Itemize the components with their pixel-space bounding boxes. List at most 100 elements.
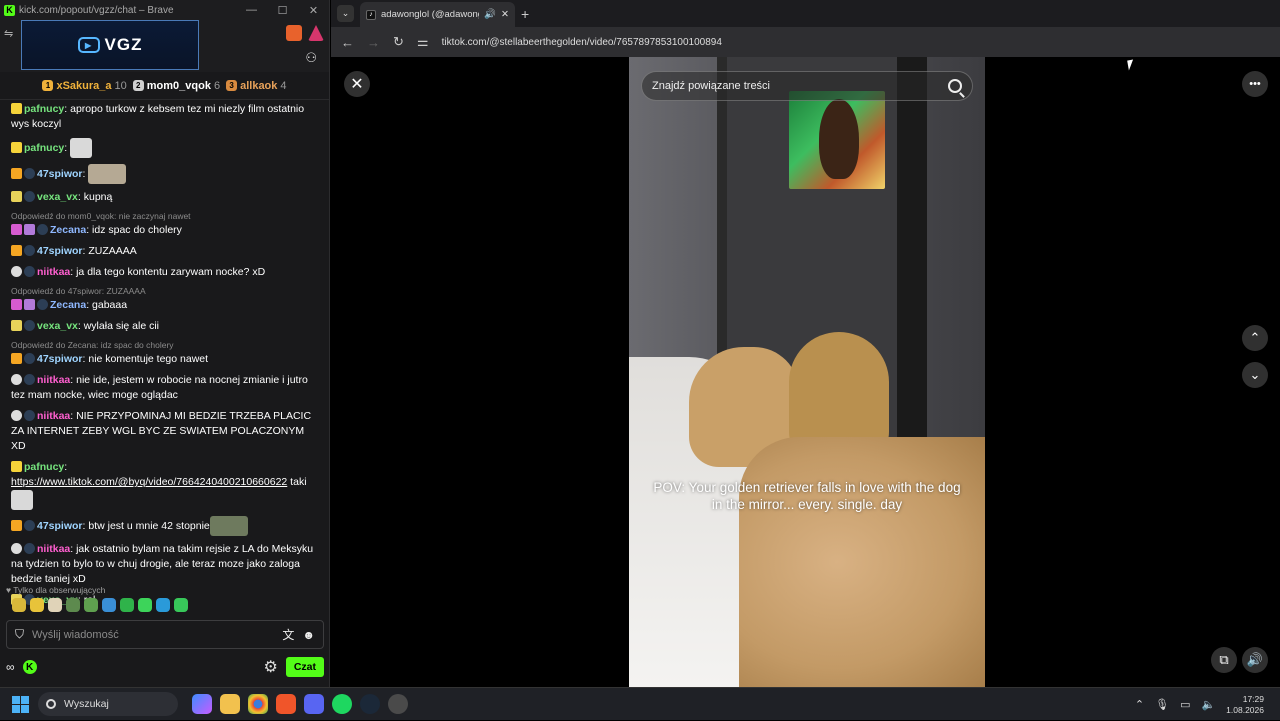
volume-icon[interactable]: 🔊 [1242,647,1268,673]
chat-link[interactable]: https://www.tiktok.com/@byq/video/766424… [11,476,287,488]
window-title: kick.com/popout/vgzz/chat – Brave [19,4,174,16]
file-explorer-icon[interactable] [220,694,240,714]
next-video-icon[interactable]: ⌄ [1242,362,1268,388]
tv-person [819,99,859,179]
reply-context[interactable]: Odpowiedź do Zecana: idz spac do cholery [11,340,318,351]
emoji-icon[interactable]: ☻ [302,628,315,642]
crown-badge [11,167,22,179]
brave-shield-icon[interactable] [286,25,302,41]
address-bar: ← → ↻ ⚌ tiktok.com/@stellabeerthegolden/… [331,27,1280,57]
top-user[interactable]: 1 xSakura_a 10 [42,80,127,92]
microphone-icon[interactable]: 🎙 [1155,698,1169,711]
maximize-icon[interactable]: ☐ [267,4,298,17]
chat-message: vexa_vx: wylała się ale cii [11,319,318,334]
forward-icon[interactable]: → [367,35,380,50]
emote-button[interactable] [156,598,170,612]
sub-badge [11,266,22,277]
chevron-up-icon[interactable]: ⌃ [1135,698,1144,711]
system-tray: ⌃ 🎙 ▭ 🔈 17:29 1.08.2026 [1135,688,1264,721]
close-tab-icon[interactable]: ✕ [501,9,509,20]
chat-header: ⇋ ▶ VGZ ⚇ [0,20,329,72]
back-icon[interactable]: ← [341,35,354,50]
emote-button[interactable] [48,598,62,612]
spotify-icon[interactable] [332,694,352,714]
steam-icon[interactable] [360,694,380,714]
video-player[interactable]: Znajdź powiązane treści POV: Your golden… [629,57,985,687]
emote-button[interactable] [12,598,26,612]
rank-2-badge: 2 [132,80,144,91]
emote-button[interactable] [102,598,116,612]
tiktok-favicon-icon: ♪ [366,9,376,20]
emote-button[interactable] [174,598,188,612]
sub-badge [11,103,22,114]
reply-context[interactable]: Odpowiedź do mom0_vqok: nie zaczynaj naw… [11,211,318,222]
picture-in-picture-icon[interactable]: ⧉ [1211,647,1237,673]
dog-body [739,437,985,687]
clock[interactable]: 17:29 1.08.2026 [1226,694,1264,716]
volume-icon[interactable]: 🔈 [1201,698,1215,711]
kick-icon[interactable]: K [22,660,37,674]
emote-bar [12,598,188,612]
browser-window: ⌄ ♪ adawonglol (@adawonglol) 🔊 ✕ + ← → ↻… [331,0,1280,687]
chrome-icon[interactable] [248,694,268,714]
emote-button[interactable] [66,598,80,612]
follower-badge [24,519,35,531]
tab-strip: ⌄ ♪ adawonglol (@adawonglol) 🔊 ✕ + [331,0,1280,27]
previous-video-icon[interactable]: ⌃ [1242,325,1268,351]
close-icon[interactable]: ✕ [298,4,329,17]
emote-button[interactable] [120,598,134,612]
top-user[interactable]: 2 mom0_vqok 6 [132,80,220,92]
brave-rewards-icon[interactable] [308,25,324,41]
chat-message: 47spiwor: btw jest u mnie 42 stopnie [11,516,318,536]
new-tab-icon[interactable]: + [521,6,529,22]
network-icon[interactable]: ▭ [1180,698,1190,711]
obs-icon[interactable] [388,694,408,714]
brave-icon[interactable] [276,694,296,714]
close-icon[interactable]: ✕ [344,71,370,97]
url-field[interactable]: tiktok.com/@stellabeerthegolden/video/76… [442,37,722,48]
send-chat-button[interactable]: Czat [285,657,324,677]
rank-3-badge: 3 [226,80,238,91]
sub-badge [11,374,22,385]
sub-badge [11,141,22,153]
user-settings-icon[interactable]: ⚇ [305,50,317,66]
cat-emote [70,138,93,158]
sub-badge [11,461,22,472]
emote-button[interactable] [84,598,98,612]
tiktok-viewer: ✕ Znajdź powiązane treści POV: Your gold… [331,57,1280,687]
more-options-icon[interactable]: ••• [1242,71,1268,97]
windows-taskbar: Wyszukaj ⌃ 🎙 ▭ 🔈 17:29 1.08.2026 [0,687,1280,720]
cat-emote [11,490,33,510]
copilot-icon[interactable] [192,694,212,714]
site-info-icon[interactable]: ⇋ [4,27,13,40]
sub-badge [11,299,22,310]
follower-badge [24,543,35,554]
chat-footer: ∞ K ⚙ Czat [6,656,324,678]
tab-search-icon[interactable]: ⌄ [337,5,354,22]
search-icon[interactable] [948,79,962,93]
top-user[interactable]: 3 allkaok 4 [226,80,287,92]
speaker-icon[interactable]: 🔊 [484,9,496,20]
reply-context[interactable]: Odpowiedź do 47spiwor: ZUZAAAA [11,286,318,297]
follower-badge [24,410,35,421]
related-search-input[interactable]: Znajdź powiązane treści [641,71,973,101]
reload-icon[interactable]: ↻ [393,34,404,50]
translate-icon[interactable]: 文 [282,626,294,643]
points-icon[interactable]: ∞ [6,660,15,674]
chat-message: Odpowiedź do mom0_vqok: nie zaczynaj naw… [11,211,318,238]
site-settings-icon[interactable]: ⚌ [417,34,429,50]
minimize-icon[interactable]: — [236,4,267,17]
discord-icon[interactable] [304,694,324,714]
chat-input[interactable]: ⛉ Wyślij wiadomość 文 ☻ [6,620,324,649]
start-icon[interactable] [12,695,29,713]
gear-icon[interactable]: ⚙ [263,657,277,677]
tab-tiktok[interactable]: ♪ adawonglol (@adawonglol) 🔊 ✕ [360,2,515,27]
crown-badge [11,519,22,531]
window-titlebar: K kick.com/popout/vgzz/chat – Brave — ☐ … [0,0,329,20]
kick-favicon-icon: K [4,4,15,16]
chat-message: pafnucy: [11,138,318,158]
chat-message: niitkaa: nie ide, jestem w robocie na no… [11,374,308,401]
emote-button[interactable] [138,598,152,612]
taskbar-search[interactable]: Wyszukaj [38,692,178,716]
emote-button[interactable] [30,598,44,612]
